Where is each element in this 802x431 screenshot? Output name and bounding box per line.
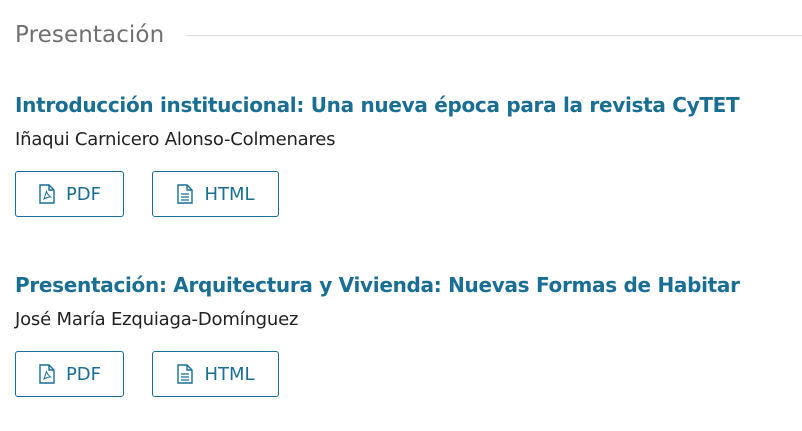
article-author: Iñaqui Carnicero Alonso-Colmenares xyxy=(15,129,336,150)
article-author: José María Ezquiaga-Domínguez xyxy=(15,309,299,330)
section-title: Presentación xyxy=(15,22,165,48)
article-summary: Introducción institucional: Una nueva ép… xyxy=(15,91,795,217)
file-text-icon xyxy=(176,364,194,384)
section-header: Presentación xyxy=(15,18,802,52)
file-text-icon xyxy=(176,184,194,204)
pdf-galley-button[interactable]: PDF xyxy=(15,351,124,397)
article-summary: Presentación: Arquitectura y Vivienda: N… xyxy=(15,271,795,397)
article-title-link[interactable]: Introducción institucional: Una nueva ép… xyxy=(15,91,795,119)
pdf-galley-button[interactable]: PDF xyxy=(15,171,124,217)
file-pdf-icon xyxy=(38,184,56,204)
galley-links: PDF HTML xyxy=(15,171,795,217)
file-pdf-icon xyxy=(38,364,56,384)
html-galley-button[interactable]: HTML xyxy=(152,351,279,397)
section-divider xyxy=(186,34,802,36)
article-title-link[interactable]: Presentación: Arquitectura y Vivienda: N… xyxy=(15,271,795,299)
galley-links: PDF HTML xyxy=(15,351,795,397)
galley-label: HTML xyxy=(204,363,255,385)
galley-label: HTML xyxy=(204,183,255,205)
html-galley-button[interactable]: HTML xyxy=(152,171,279,217)
toc-section: Presentación Introducción institucional:… xyxy=(0,0,802,431)
galley-label: PDF xyxy=(65,183,102,205)
galley-label: PDF xyxy=(65,363,102,385)
